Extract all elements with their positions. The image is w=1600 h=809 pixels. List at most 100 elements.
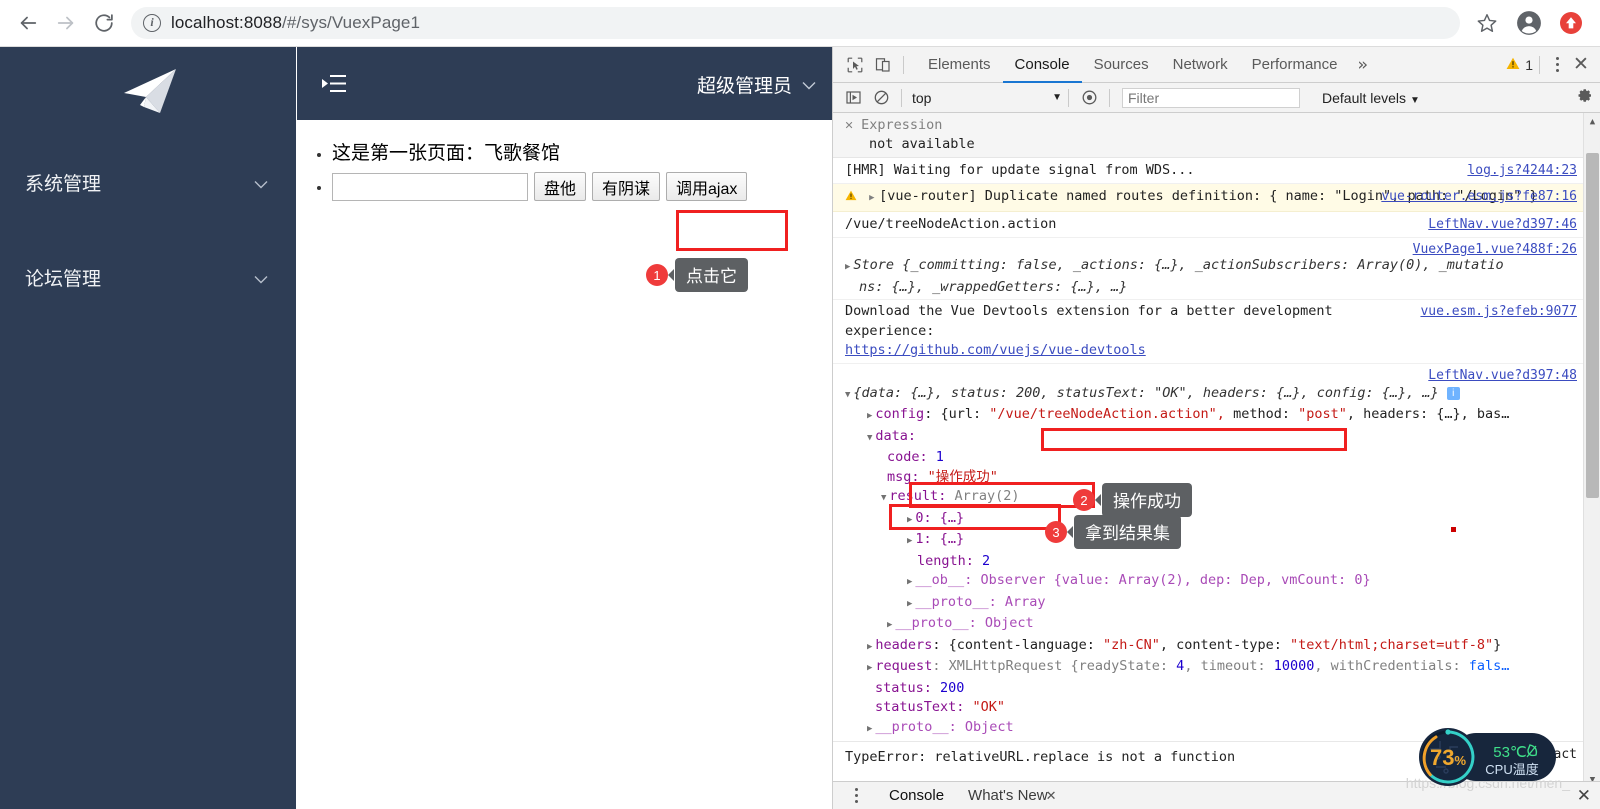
result-item-1: 1: {…} xyxy=(915,531,965,547)
console-filter-input[interactable]: Filter xyxy=(1122,87,1300,108)
sidebar-item-forum-management[interactable]: 论坛管理 xyxy=(0,252,296,302)
cpu-temp-label: CPU温度 xyxy=(1485,762,1538,777)
devtools-toolbar: Elements Console Sources Network Perform… xyxy=(833,47,1600,83)
paper-plane-logo xyxy=(120,67,180,125)
execute-sidebar-icon[interactable] xyxy=(839,84,867,112)
gear-icon[interactable] xyxy=(1576,87,1593,108)
you-yin-mou-button[interactable]: 有阴谋 xyxy=(592,172,661,201)
address-bar[interactable]: i localhost:8088/#/sys/VuexPage1 xyxy=(131,7,1460,39)
store-line-1: Store {_committing: false, _actions: {…}… xyxy=(853,257,1504,273)
close-drawer-icon[interactable]: ✕ xyxy=(1577,786,1591,806)
notice-text: Download the Vue Devtools extension for … xyxy=(845,303,1333,339)
chevron-down-icon: ▼ xyxy=(1052,92,1062,103)
expand-arrow-icon[interactable]: ▶ xyxy=(867,411,872,421)
cpu-monitor-widget[interactable]: 73% 53℃ CPU温度 xyxy=(1414,727,1562,787)
js-context-selector[interactable]: top ▼ xyxy=(912,88,1062,108)
expand-arrow-icon[interactable]: ▶ xyxy=(867,642,872,652)
list-item: 盘他 有阴谋 调用ajax xyxy=(332,172,832,201)
profile-avatar[interactable] xyxy=(1512,6,1546,40)
drawer-tab-whats-new[interactable]: What's New xyxy=(956,787,1052,804)
live-expression-row: ✕ Expression not available xyxy=(833,113,1600,158)
log-levels-selector[interactable]: Default levels ▼ xyxy=(1322,90,1420,106)
live-expression-icon[interactable] xyxy=(1075,84,1103,112)
forward-button[interactable] xyxy=(47,4,85,42)
log-levels-value: Default levels xyxy=(1322,89,1407,106)
expand-arrow-icon[interactable]: ▶ xyxy=(907,599,912,609)
reload-button[interactable] xyxy=(85,4,123,42)
result-key: result: xyxy=(889,488,947,504)
vue-devtools-link[interactable]: https://github.com/vuejs/vue-devtools xyxy=(845,342,1146,358)
message-source-link[interactable]: vue-router.esm.js?fe87:16 xyxy=(1381,187,1577,206)
app-main-panel: 超级管理员 这是第一张页面：飞歌餐馆 盘他 有阴谋 xyxy=(297,47,832,809)
collapse-arrow-icon[interactable]: ▼ xyxy=(881,493,886,503)
pan-ta-button[interactable]: 盘他 xyxy=(534,172,587,201)
scrollbar-thumb[interactable] xyxy=(1586,153,1599,498)
close-devtools-icon[interactable]: ✕ xyxy=(1568,53,1594,76)
inspect-element-icon[interactable] xyxy=(841,51,869,79)
scroll-up-arrow[interactable]: ▲ xyxy=(1584,113,1600,130)
config-key: config xyxy=(875,406,925,422)
timeout-value: 10000 xyxy=(1273,658,1315,674)
expand-arrow-icon[interactable]: ▶ xyxy=(907,515,912,525)
message-source-link[interactable]: vue.esm.js?efeb:9077 xyxy=(1420,302,1577,322)
clear-console-icon[interactable] xyxy=(867,84,895,112)
js-context-value: top xyxy=(912,89,932,106)
expand-arrow-icon[interactable]: ▶ xyxy=(907,577,912,587)
tab-network[interactable]: Network xyxy=(1161,47,1240,83)
devtools-panel: Elements Console Sources Network Perform… xyxy=(832,47,1600,809)
expand-arrow-icon[interactable]: ▶ xyxy=(887,620,892,630)
back-button[interactable] xyxy=(9,4,47,42)
console-scrollbar[interactable]: ▲ ▼ xyxy=(1583,113,1600,788)
message-source-link[interactable]: LeftNav.vue?d397:46 xyxy=(1428,215,1577,234)
code-key: code: xyxy=(887,449,928,465)
callout-text: 点击它 xyxy=(668,258,748,292)
config-method-value: "post" xyxy=(1298,406,1347,422)
content-type-value: "text/html;charset=utf-8" xyxy=(1289,636,1494,653)
divider xyxy=(1109,88,1110,107)
warning-count: 1 xyxy=(1525,56,1533,73)
site-info-icon[interactable]: i xyxy=(143,14,161,32)
tab-sources[interactable]: Sources xyxy=(1082,47,1161,83)
callout-badge: 3 xyxy=(1045,521,1067,543)
more-options-icon[interactable] xyxy=(1546,57,1568,72)
text-input[interactable] xyxy=(332,172,528,201)
update-available-icon[interactable] xyxy=(1554,6,1588,40)
call-ajax-button[interactable]: 调用ajax xyxy=(666,172,748,201)
more-options-icon[interactable] xyxy=(845,788,867,803)
collapse-arrow-icon[interactable]: ▼ xyxy=(845,390,850,400)
with-credentials-value: fals… xyxy=(1468,658,1510,674)
status-key: status: xyxy=(875,679,932,696)
tab-performance[interactable]: Performance xyxy=(1240,47,1350,83)
message-source-link[interactable]: log.js?4244:23 xyxy=(1467,161,1577,180)
info-icon[interactable]: i xyxy=(1446,386,1460,400)
drawer-tab-console[interactable]: Console xyxy=(877,787,956,804)
callout-2: 2 操作成功 xyxy=(1073,483,1192,517)
code-value: 1 xyxy=(935,449,944,465)
collapse-arrow-icon[interactable]: ▼ xyxy=(867,433,872,443)
expand-arrow-icon[interactable]: ▶ xyxy=(867,724,872,734)
length-value: 2 xyxy=(982,552,991,569)
tab-elements[interactable]: Elements xyxy=(916,47,1003,83)
collapse-menu-icon[interactable] xyxy=(321,72,347,96)
expand-arrow-icon[interactable]: ▶ xyxy=(867,663,872,673)
tab-console[interactable]: Console xyxy=(1002,47,1082,83)
more-tabs-icon[interactable]: » xyxy=(1350,55,1376,75)
close-icon[interactable]: ✕ xyxy=(845,117,853,133)
expand-arrow-icon[interactable]: ▶ xyxy=(907,536,912,546)
content-language-value: "zh-CN" xyxy=(1103,636,1160,653)
sidebar-item-system-management[interactable]: 系统管理 xyxy=(0,157,296,207)
address-bar-url: localhost:8088/#/sys/VuexPage1 xyxy=(171,13,421,32)
expand-arrow-icon[interactable]: ▶ xyxy=(869,189,879,208)
warning-count-badge[interactable]: 1 xyxy=(1506,57,1533,73)
expand-arrow-icon[interactable]: ▶ xyxy=(845,262,850,272)
user-menu[interactable]: 超级管理员 xyxy=(697,71,816,98)
close-icon[interactable]: ✕ xyxy=(1046,788,1057,804)
device-toolbar-icon[interactable] xyxy=(869,51,897,79)
content-list: 这是第一张页面：飞歌餐馆 盘他 有阴谋 调用ajax xyxy=(297,120,832,201)
callout-text: 拿到结果集 xyxy=(1067,515,1181,549)
result-value: Array(2) xyxy=(954,488,1020,504)
browser-toolbar: i localhost:8088/#/sys/VuexPage1 xyxy=(0,0,1600,47)
message-source-link[interactable]: LeftNav.vue?d397:48 xyxy=(1428,366,1577,386)
message-source-link[interactable]: VuexPage1.vue?488f:26 xyxy=(1413,240,1577,260)
bookmark-star-icon[interactable] xyxy=(1470,6,1504,40)
